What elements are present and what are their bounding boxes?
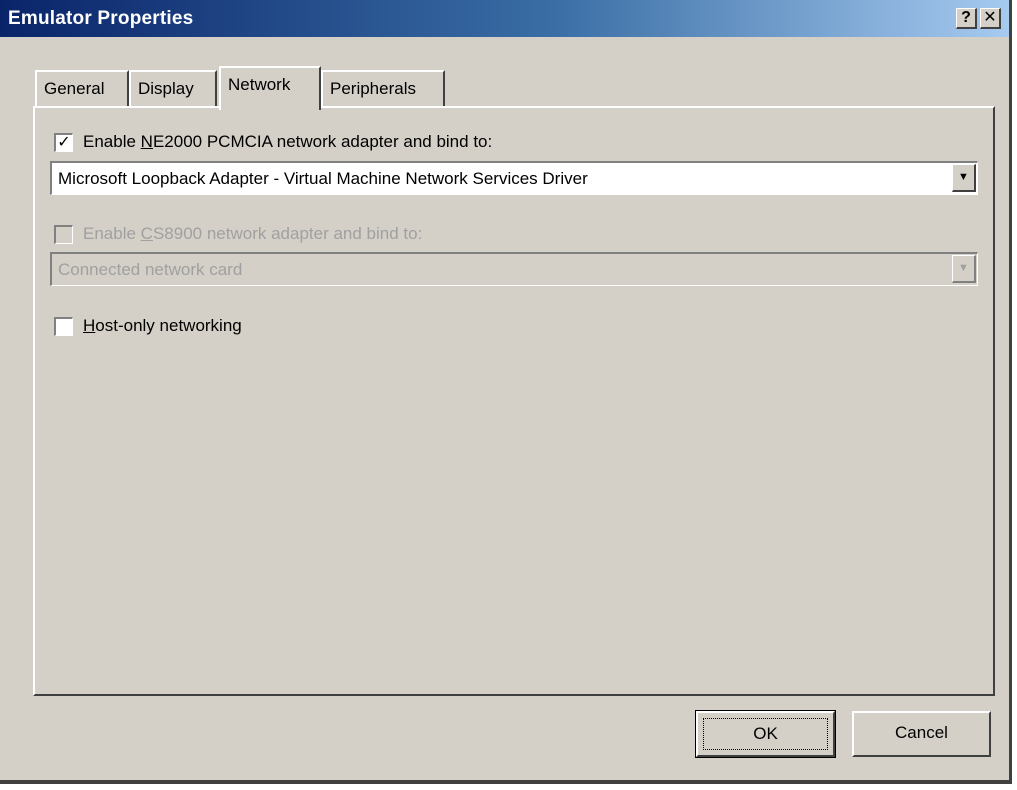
ok-button[interactable]: OK xyxy=(695,710,836,758)
tab-general[interactable]: General xyxy=(35,70,129,106)
cs8900-label-pre: Enable xyxy=(83,224,141,243)
ne2000-label[interactable]: Enable NE2000 PCMCIA network adapter and… xyxy=(83,132,492,152)
tab-network[interactable]: Network xyxy=(219,66,321,110)
cs8900-checkbox[interactable] xyxy=(54,225,73,244)
cs8900-label-post: S8900 network adapter and bind to: xyxy=(152,224,423,243)
cs8900-adapter-select[interactable]: Connected network card ▼ xyxy=(50,252,978,286)
ne2000-adapter-select[interactable]: Microsoft Loopback Adapter - Virtual Mac… xyxy=(50,161,978,195)
ne2000-label-post: E2000 PCMCIA network adapter and bind to… xyxy=(152,132,493,151)
checkmark-icon: ✓ xyxy=(57,134,71,151)
ne2000-label-pre: Enable xyxy=(83,132,141,151)
chevron-down-icon: ▼ xyxy=(958,171,969,183)
host-only-label-accel: H xyxy=(83,316,96,335)
host-only-checkbox[interactable] xyxy=(54,317,73,336)
ok-button-label: OK xyxy=(703,718,828,750)
host-only-label-post: ost-only networking xyxy=(95,316,242,335)
cs8900-label: Enable CS8900 network adapter and bind t… xyxy=(83,224,422,244)
cs8900-adapter-value: Connected network card xyxy=(58,260,243,279)
cancel-button[interactable]: Cancel xyxy=(852,711,991,757)
close-button[interactable]: ✕ xyxy=(980,8,1001,29)
tab-display[interactable]: Display xyxy=(129,70,217,106)
ne2000-checkbox[interactable]: ✓ xyxy=(54,133,73,152)
tab-peripherals[interactable]: Peripherals xyxy=(321,70,445,106)
title-bar[interactable]: Emulator Properties ? ✕ xyxy=(0,0,1009,37)
cs8900-label-accel: C xyxy=(140,224,153,243)
ne2000-adapter-value: Microsoft Loopback Adapter - Virtual Mac… xyxy=(58,169,588,188)
help-button[interactable]: ? xyxy=(956,8,977,29)
window-title: Emulator Properties xyxy=(8,8,194,29)
ne2000-dropdown-button[interactable]: ▼ xyxy=(952,164,976,192)
ne2000-label-accel: N xyxy=(140,132,153,151)
cs8900-dropdown-button[interactable]: ▼ xyxy=(952,255,976,283)
host-only-label[interactable]: Host-only networking xyxy=(83,316,242,336)
emulator-properties-dialog: Emulator Properties ? ✕ General Display … xyxy=(0,0,1012,784)
close-icon: ✕ xyxy=(983,9,997,26)
chevron-down-icon: ▼ xyxy=(958,262,969,274)
